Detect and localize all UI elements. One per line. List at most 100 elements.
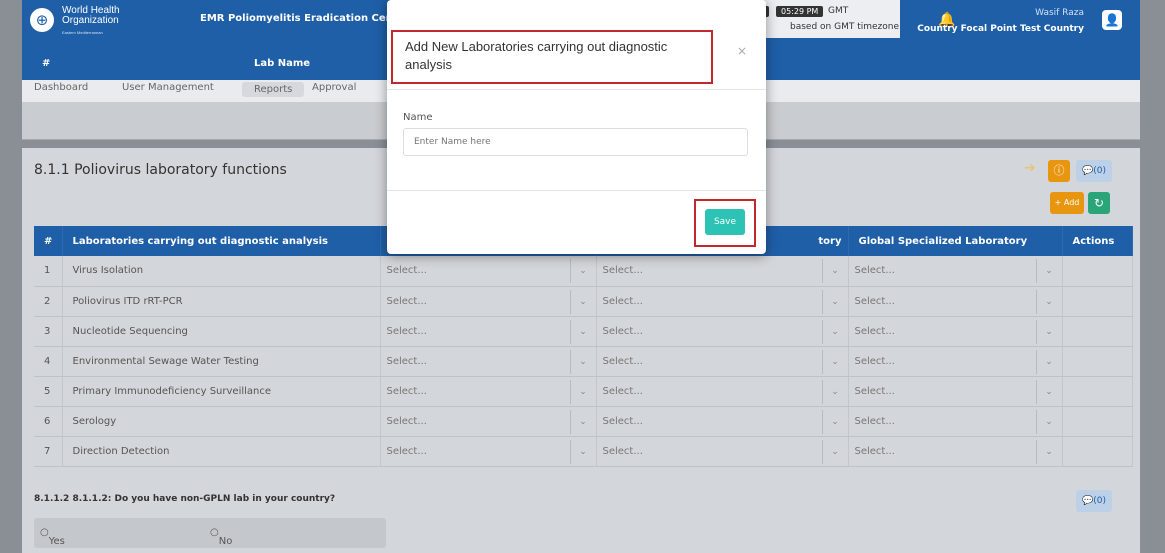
select-cell: Select... ⌄ <box>848 256 1063 287</box>
add-label: Add <box>1063 198 1080 207</box>
row-lab-name: Primary Immunodeficiency Surveillance <box>62 376 381 407</box>
plus-icon: + <box>1054 198 1062 207</box>
name-input[interactable] <box>403 128 748 156</box>
select-dropdown[interactable]: Select... <box>849 350 1062 374</box>
refresh-button[interactable]: ↻ <box>1088 192 1110 214</box>
row-number: 4 <box>34 346 63 377</box>
nav-approval[interactable]: Approval <box>312 82 356 93</box>
select-dropdown[interactable]: Select... <box>597 410 848 434</box>
table-row: 5 Primary Immunodeficiency Surveillance Se… <box>34 376 1133 407</box>
chevron-down-icon[interactable]: ⌄ <box>1035 289 1062 314</box>
select-dropdown[interactable]: Select... <box>381 380 596 404</box>
user-role: Country Focal Point Test Country <box>917 24 1084 34</box>
save-button[interactable]: Save <box>705 209 745 235</box>
chevron-down-icon[interactable]: ⌄ <box>1035 379 1062 404</box>
yes-no-radio-group: ○ Yes ○ No <box>34 518 386 548</box>
select-cell: Select... ⌄ <box>596 436 849 467</box>
info-button[interactable]: ⓘ <box>1048 160 1070 182</box>
chevron-down-icon[interactable]: ⌄ <box>821 349 848 374</box>
nav-dashboard[interactable]: Dashboard <box>34 82 88 93</box>
chevron-down-icon[interactable]: ⌄ <box>1035 409 1062 434</box>
select-cell: Select... ⌄ <box>380 406 597 437</box>
col-header-global: Global Specialized Laboratory <box>848 226 1063 256</box>
select-dropdown[interactable]: Select... <box>597 320 848 344</box>
select-cell: Select... ⌄ <box>380 256 597 287</box>
chevron-down-icon[interactable]: ⌄ <box>1035 349 1062 374</box>
chevron-down-icon[interactable]: ⌄ <box>569 439 596 464</box>
row-actions <box>1062 406 1133 437</box>
question-comments-button[interactable]: 💬(0) <box>1076 490 1112 512</box>
chevron-down-icon[interactable]: ⌄ <box>821 289 848 314</box>
chevron-down-icon[interactable]: ⌄ <box>569 289 596 314</box>
select-dropdown[interactable]: Select... <box>381 440 596 464</box>
select-dropdown[interactable]: Select... <box>381 320 596 344</box>
chevron-down-icon[interactable]: ⌄ <box>569 319 596 344</box>
select-cell: Select... ⌄ <box>380 376 597 407</box>
chevron-down-icon[interactable]: ⌄ <box>1035 259 1062 283</box>
sub-header-lab-name: Lab Name <box>254 58 311 69</box>
select-dropdown[interactable]: Select... <box>597 350 848 374</box>
select-cell: Select... ⌄ <box>380 436 597 467</box>
row-lab-name: Nucleotide Sequencing <box>62 316 381 347</box>
row-number: 7 <box>34 436 63 467</box>
question-comment-count: (0) <box>1093 496 1106 506</box>
radio-yes-label: Yes <box>48 536 65 547</box>
select-dropdown[interactable]: Select... <box>597 380 848 404</box>
select-cell: Select... ⌄ <box>848 376 1063 407</box>
section-title: 8.1.1 Poliovirus laboratory functions <box>34 162 287 178</box>
chevron-down-icon[interactable]: ⌄ <box>1035 439 1062 464</box>
nav-user-management[interactable]: User Management <box>122 82 214 93</box>
select-cell: Select... ⌄ <box>380 316 597 347</box>
chevron-down-icon[interactable]: ⌄ <box>569 349 596 374</box>
chevron-down-icon[interactable]: ⌄ <box>821 319 848 344</box>
select-cell: Select... ⌄ <box>848 316 1063 347</box>
select-dropdown[interactable]: Select... <box>849 320 1062 344</box>
name-label: Name <box>403 112 433 123</box>
chevron-down-icon[interactable]: ⌄ <box>569 409 596 434</box>
row-lab-name: Environmental Sewage Water Testing <box>62 346 381 377</box>
save-highlight: Save <box>694 199 756 247</box>
select-dropdown[interactable]: Select... <box>597 290 848 314</box>
row-number: 3 <box>34 316 63 347</box>
select-dropdown[interactable]: Select... <box>597 440 848 464</box>
select-dropdown[interactable]: Select... <box>381 410 596 434</box>
select-cell: Select... ⌄ <box>380 346 597 377</box>
chevron-down-icon[interactable]: ⌄ <box>1035 319 1062 344</box>
select-dropdown[interactable]: Select... <box>849 290 1062 314</box>
chevron-down-icon[interactable]: ⌄ <box>821 409 848 434</box>
select-dropdown[interactable]: Select... <box>597 259 848 283</box>
row-actions <box>1062 286 1133 317</box>
select-cell: Select... ⌄ <box>848 286 1063 317</box>
select-cell: Select... ⌄ <box>596 406 849 437</box>
select-dropdown[interactable]: Select... <box>849 440 1062 464</box>
nav-reports[interactable]: Reports <box>242 82 305 97</box>
select-cell: Select... ⌄ <box>596 316 849 347</box>
user-avatar-icon[interactable]: 👤 <box>1102 10 1122 30</box>
select-dropdown[interactable]: Select... <box>849 259 1062 283</box>
org-line2: Organization <box>62 15 119 26</box>
row-number: 1 <box>34 256 63 287</box>
radio-no[interactable]: ○ No <box>210 527 232 547</box>
row-actions <box>1062 436 1133 467</box>
add-button[interactable]: + Add <box>1050 192 1084 214</box>
chevron-down-icon[interactable]: ⌄ <box>821 439 848 464</box>
table-row: 6 Serology Select... ⌄ Select... ⌄ Select... ⌄ <box>34 406 1133 437</box>
select-cell: Select... ⌄ <box>596 286 849 317</box>
chevron-down-icon[interactable]: ⌄ <box>569 259 596 283</box>
select-dropdown[interactable]: Select... <box>381 290 596 314</box>
chevron-down-icon[interactable]: ⌄ <box>821 379 848 404</box>
chevron-down-icon[interactable]: ⌄ <box>821 259 848 283</box>
close-icon[interactable]: × <box>737 44 747 58</box>
time-badge: 05:29 PM <box>776 6 824 17</box>
comment-icon: 💬 <box>1082 166 1094 176</box>
select-dropdown[interactable]: Select... <box>849 410 1062 434</box>
radio-yes[interactable]: ○ Yes <box>40 527 65 547</box>
select-dropdown[interactable]: Select... <box>381 350 596 374</box>
comments-button[interactable]: 💬(0) <box>1076 160 1112 182</box>
chevron-down-icon[interactable]: ⌄ <box>569 379 596 404</box>
select-cell: Select... ⌄ <box>596 376 849 407</box>
select-dropdown[interactable]: Select... <box>849 380 1062 404</box>
col-header-number: # <box>34 226 63 256</box>
add-laboratory-modal: Add New Laboratories carrying out diagno… <box>387 0 766 254</box>
select-dropdown[interactable]: Select... <box>381 259 596 283</box>
